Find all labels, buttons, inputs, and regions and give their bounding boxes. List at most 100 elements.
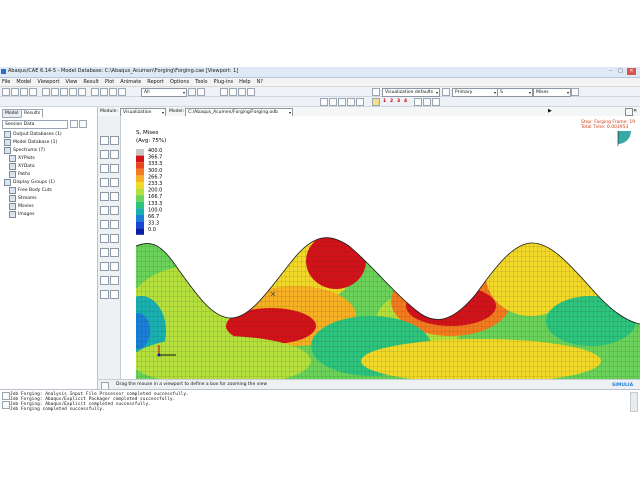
xy-plot-icon[interactable] <box>110 220 119 229</box>
result-options-icon[interactable] <box>110 192 119 201</box>
plot-symbols-icon[interactable] <box>110 150 119 159</box>
create-display-group-icon[interactable] <box>110 262 119 271</box>
tree-item[interactable]: Output Databases (1) <box>4 131 62 138</box>
print-icon[interactable] <box>29 88 37 96</box>
plot-deformed-icon[interactable] <box>110 136 119 145</box>
menu-plug-ins[interactable]: Plug-ins <box>213 79 233 85</box>
view-back-icon[interactable] <box>229 88 237 96</box>
tree-item[interactable]: XYPlots <box>9 155 35 162</box>
tree-item[interactable]: Movies <box>9 203 34 210</box>
minimize-button[interactable]: – <box>606 68 615 75</box>
rotate-icon[interactable] <box>51 88 59 96</box>
viewport-close-icon[interactable]: ✕ <box>633 108 637 114</box>
drag-select-icon[interactable] <box>197 88 205 96</box>
create-xy-data-icon[interactable] <box>100 220 109 229</box>
selection-arrow-icon[interactable] <box>188 88 196 96</box>
step-number-1[interactable]: 1 <box>383 99 386 104</box>
replace-selected-icon[interactable] <box>110 248 119 257</box>
tree-item[interactable]: Spectrums (7) <box>4 147 45 154</box>
menu-report[interactable]: Report <box>147 79 164 85</box>
menu-tools[interactable]: Tools <box>195 79 207 85</box>
tree-item[interactable]: XYData <box>9 163 35 170</box>
tree-options-icon[interactable] <box>79 120 87 128</box>
zoom-box-icon[interactable] <box>69 88 77 96</box>
plot-contours-icon[interactable] <box>100 150 109 159</box>
next-frame-icon[interactable] <box>347 98 355 106</box>
tree-item[interactable]: Paths <box>9 171 30 178</box>
message-scrollbar[interactable] <box>630 392 638 412</box>
animate-harmonic-icon[interactable] <box>100 192 109 201</box>
viewport[interactable]: S, Mises (Avg: 75%) 400.0 366.7 333.3 300.0… <box>121 116 640 379</box>
tab-model[interactable]: Model <box>2 109 22 118</box>
plot-undeformed-icon[interactable] <box>100 136 109 145</box>
menu-options[interactable]: Options <box>170 79 189 85</box>
tree-item[interactable]: Free Body Cuts <box>9 187 52 194</box>
display-group-icon[interactable] <box>372 98 380 106</box>
superimpose-options-icon[interactable] <box>110 206 119 215</box>
pan-icon[interactable] <box>42 88 50 96</box>
tree-item[interactable]: Model Database (1) <box>4 139 57 146</box>
menu-result[interactable]: Result <box>83 79 98 85</box>
visualization-defaults-select[interactable]: Visualization defaults <box>382 88 440 97</box>
render-shaded-icon[interactable] <box>109 88 117 96</box>
menu-animate[interactable]: Animate <box>120 79 141 85</box>
render-wireframe-icon[interactable] <box>100 88 108 96</box>
invariant-select[interactable]: Mises <box>533 88 571 97</box>
filter-icon[interactable] <box>70 120 78 128</box>
remove-icon[interactable] <box>432 98 440 106</box>
menu-help[interactable]: Help <box>239 79 250 85</box>
menu-viewport[interactable]: Viewport <box>37 79 59 85</box>
plot-material-icon[interactable] <box>100 164 109 173</box>
tree-item[interactable]: Images <box>9 211 34 218</box>
python-tab-icon[interactable] <box>2 401 10 409</box>
add-icon[interactable] <box>423 98 431 106</box>
activate-view-cut-icon[interactable] <box>100 290 109 299</box>
auto-fit-icon[interactable] <box>78 88 86 96</box>
new-file-icon[interactable] <box>2 88 10 96</box>
allow-multiple-plot-icon[interactable] <box>110 164 119 173</box>
open-file-icon[interactable] <box>11 88 19 96</box>
magnify-icon[interactable] <box>60 88 68 96</box>
close-button[interactable]: ✕ <box>627 68 636 75</box>
report-icon[interactable] <box>110 234 119 243</box>
save-icon[interactable] <box>20 88 28 96</box>
selection-filter-select[interactable]: All <box>141 88 187 97</box>
color-code-icon[interactable] <box>372 88 380 96</box>
step-number-2[interactable]: 2 <box>390 99 393 104</box>
free-body-icon[interactable] <box>100 276 109 285</box>
maximize-button[interactable]: □ <box>616 68 625 75</box>
first-frame-icon[interactable] <box>320 98 328 106</box>
view-front-icon[interactable] <box>220 88 228 96</box>
play-icon[interactable] <box>338 98 346 106</box>
primary-variable-select[interactable]: Primary <box>452 88 498 97</box>
animate-scale-icon[interactable] <box>100 178 109 187</box>
viewport-restore-icon[interactable] <box>625 108 633 116</box>
variable-select[interactable]: S <box>497 88 533 97</box>
view-iso-icon[interactable] <box>247 88 255 96</box>
common-options-icon[interactable] <box>100 206 109 215</box>
animate-time-icon[interactable] <box>110 178 119 187</box>
view-top-icon[interactable] <box>238 88 246 96</box>
query-icon[interactable] <box>118 88 126 96</box>
step-number-3[interactable]: 3 <box>397 99 400 104</box>
field-output-icon[interactable] <box>442 88 450 96</box>
last-frame-icon[interactable] <box>356 98 364 106</box>
contour-options-icon[interactable] <box>571 88 579 96</box>
menu-model[interactable]: Model <box>16 79 31 85</box>
message-tab-icon[interactable] <box>2 392 10 400</box>
menu-plot[interactable]: Plot <box>105 79 114 85</box>
replace-icon[interactable] <box>414 98 422 106</box>
remove-selected-icon[interactable] <box>100 262 109 271</box>
contour-plot-canvas[interactable]: S, Mises (Avg: 75%) 400.0366.7333.3300.0… <box>121 116 640 379</box>
cycle-views-icon[interactable] <box>91 88 99 96</box>
session-data-select[interactable]: Session Data <box>2 120 68 129</box>
menu-n-[interactable]: N? <box>257 79 263 85</box>
display-group-icon[interactable] <box>100 248 109 257</box>
viewport-play-icon[interactable]: ▶ <box>548 108 552 114</box>
tree-item[interactable]: Display Groups (1) <box>4 179 55 186</box>
menu-file[interactable]: File <box>2 79 10 85</box>
view-cut-icon[interactable] <box>110 276 119 285</box>
tab-results[interactable]: Results <box>21 109 44 118</box>
step-number-4[interactable]: 4 <box>404 99 407 104</box>
query-info-icon[interactable] <box>110 290 119 299</box>
